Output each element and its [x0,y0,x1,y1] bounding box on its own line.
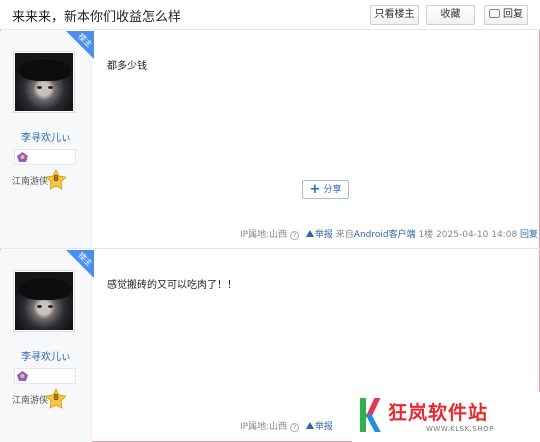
post-content: 都多少钱 [107,61,147,72]
watermark-url: WWW.KLSK.SHOP [426,425,494,433]
username-link[interactable]: 李寻欢儿ぃ [0,348,92,363]
thread-header: 来来来，新本你们收益怎么样 只看楼主 收藏 回复 [0,0,540,30]
source-link[interactable]: Android客户端 [354,230,416,240]
favorite-button[interactable]: 收藏 [426,5,475,25]
member-title: 江南游侠 [12,177,49,187]
source-prefix: 来自 [335,230,354,240]
member-badge [14,368,76,384]
op-badge-label: 楼主 [76,31,94,50]
post-time: 2025-04-10 14:08 [436,230,518,240]
avatar-image [15,272,73,330]
help-icon[interactable]: ? [290,423,299,432]
member-title: 江南游侠 [12,396,49,406]
reply-link[interactable]: 回复 [520,230,538,240]
thread-title: 来来来，新本你们收益怎么样 [12,10,182,25]
ip-location: IP属地:山西 [240,230,288,240]
reply-button[interactable]: 回复 [484,5,528,25]
level-number: 8 [53,174,59,183]
post-floor-1: 楼主 李寻欢儿ぃ 江南游侠 8 都多少钱 + 分享 IP属地:山西 ? 举报 来自… [0,31,540,249]
member-level-icon [17,371,28,381]
share-label: 分享 [323,185,342,195]
username-link[interactable]: 李寻欢儿ぃ [0,129,92,144]
warning-icon [305,422,314,429]
post-meta: IP属地:山西 ? 举报 [240,419,333,432]
ip-location: IP属地:山西 [240,422,288,432]
post-meta: IP属地:山西 ? 举报 来自Android客户端 1楼 2025-04-10 … [240,227,538,240]
plus-icon: + [309,182,321,197]
share-button[interactable]: + 分享 [302,180,349,199]
reply-icon [489,9,500,18]
post-content: 感觉搬砖的又可以吃肉了！！ [107,280,237,291]
op-badge: 楼主 [66,250,94,278]
k-logo-icon [360,398,382,432]
warning-icon [305,230,314,237]
level-badge: 8 [45,388,67,409]
op-badge-label: 楼主 [76,250,94,269]
help-icon[interactable]: ? [290,231,299,240]
member-badge [14,149,76,165]
site-watermark: 狂岚软件站 WWW.KLSK.SHOP [352,392,540,442]
report-link[interactable]: 举报 [315,230,333,240]
avatar[interactable] [13,270,75,332]
only-op-button[interactable]: 只看楼主 [370,5,419,25]
watermark-brand: 狂岚软件站 [388,402,489,424]
author-sidebar: 楼主 李寻欢儿ぃ 江南游侠 8 [0,31,94,248]
level-number: 8 [53,393,59,402]
floor-number: 1楼 [418,230,434,240]
op-badge: 楼主 [66,31,94,59]
avatar[interactable] [13,51,75,113]
avatar-image [15,53,73,111]
reply-button-label: 回复 [503,9,523,20]
report-link[interactable]: 举报 [315,422,333,432]
level-badge: 8 [45,169,67,190]
member-level-icon [17,152,28,162]
author-sidebar: 楼主 李寻欢儿ぃ 江南游侠 8 [0,250,94,442]
